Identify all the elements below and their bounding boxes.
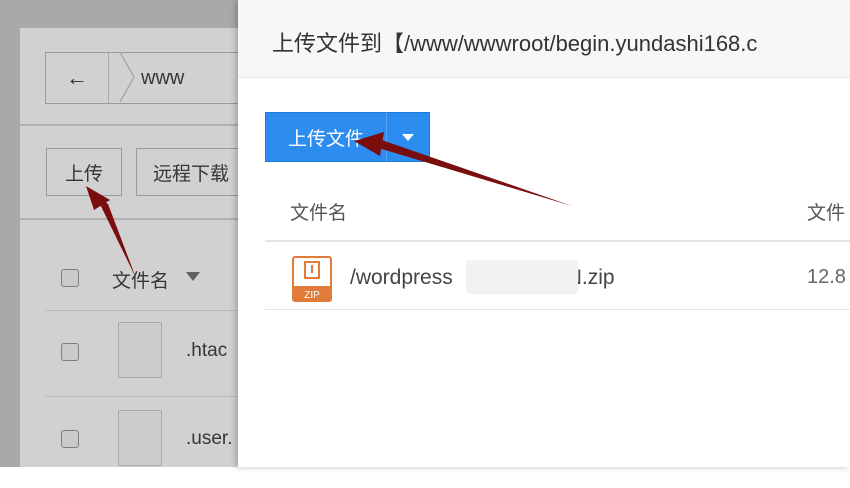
dialog-header: 上传文件到【/www/wwwroot/begin.yundashi168.c bbox=[238, 0, 850, 78]
upload-dialog: 上传文件到【/www/wwwroot/begin.yundashi168.c bbox=[238, 0, 850, 467]
redacted-region bbox=[466, 260, 578, 294]
upload-files-button[interactable]: 上传文件 bbox=[265, 112, 387, 162]
upload-file-size: 12.8 bbox=[807, 266, 846, 288]
column-header-name: 文件名 bbox=[290, 203, 348, 224]
column-header-size: 文件 bbox=[807, 203, 846, 224]
upload-files-label: 上传文件 bbox=[287, 128, 364, 150]
modal-overlay bbox=[0, 0, 238, 467]
row-divider bbox=[265, 309, 850, 310]
upload-options-dropdown[interactable] bbox=[386, 112, 430, 162]
zip-file-icon: ZIP bbox=[292, 256, 332, 302]
chevron-down-icon bbox=[402, 133, 414, 141]
zip-icon-label: ZIP bbox=[304, 290, 320, 301]
header-divider bbox=[265, 240, 850, 242]
dialog-title: 上传文件到【/www/wwwroot/begin.yundashi168.c bbox=[272, 31, 758, 56]
file-name-prefix: /wordpress bbox=[350, 266, 453, 289]
